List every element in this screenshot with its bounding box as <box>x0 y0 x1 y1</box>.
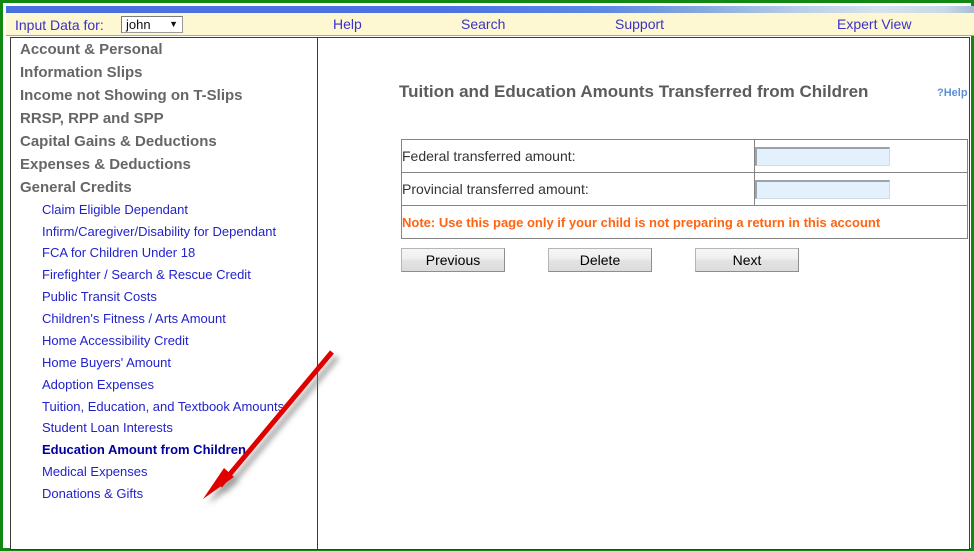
sidebar-item-home-buyers-amount[interactable]: Home Buyers' Amount <box>11 352 317 374</box>
sidebar-heading-rrsp-rpp-spp[interactable]: RRSP, RPP and SPP <box>11 107 317 130</box>
decorative-banner-strip <box>6 6 974 13</box>
table-row: Note: Use this page only if your child i… <box>401 205 968 239</box>
main-panel: Account & Personal Information Slips Inc… <box>10 37 970 550</box>
sidebar-item-donations-gifts[interactable]: Donations & Gifts <box>11 483 317 505</box>
previous-button[interactable]: Previous <box>401 248 505 272</box>
federal-amount-input[interactable] <box>755 146 890 166</box>
content-area: Tuition and Education Amounts Transferre… <box>319 38 969 549</box>
sidebar-item-adoption-expenses[interactable]: Adoption Expenses <box>11 374 317 396</box>
user-select-value: john <box>126 17 151 32</box>
sidebar-heading-capital-gains[interactable]: Capital Gains & Deductions <box>11 130 317 153</box>
sidebar-item-home-accessibility-credit[interactable]: Home Accessibility Credit <box>11 330 317 352</box>
sidebar-item-medical-expenses[interactable]: Medical Expenses <box>11 461 317 483</box>
nav-link-support[interactable]: Support <box>615 16 664 32</box>
next-button[interactable]: Next <box>695 248 799 272</box>
sidebar-heading-expenses-deductions[interactable]: Expenses & Deductions <box>11 153 317 176</box>
sidebar-navigation: Account & Personal Information Slips Inc… <box>11 38 318 549</box>
sidebar-heading-account-personal[interactable]: Account & Personal <box>11 38 317 61</box>
nav-link-search[interactable]: Search <box>461 16 505 32</box>
help-link[interactable]: ?Help <box>937 87 968 99</box>
table-row: Federal transferred amount: <box>401 139 968 173</box>
delete-button[interactable]: Delete <box>548 248 652 272</box>
table-row: Provincial transferred amount: <box>401 172 968 206</box>
user-select[interactable]: john ▼ <box>121 16 183 33</box>
sidebar-item-tuition-education-textbook[interactable]: Tuition, Education, and Textbook Amounts <box>11 396 317 417</box>
sidebar-heading-general-credits[interactable]: General Credits <box>11 176 317 199</box>
sidebar-item-education-amount-from-children[interactable]: Education Amount from Children <box>11 439 317 461</box>
sidebar-item-fca-children-under-18[interactable]: FCA for Children Under 18 <box>11 242 317 264</box>
input-data-label: Input Data for: <box>15 17 104 33</box>
note-text: Note: Use this page only if your child i… <box>401 205 968 239</box>
transferred-amounts-table: Federal transferred amount: Provincial t… <box>401 139 968 239</box>
nav-link-expert-view[interactable]: Expert View <box>837 16 911 32</box>
page-title: Tuition and Education Amounts Transferre… <box>399 82 869 101</box>
federal-amount-cell <box>754 139 968 173</box>
sidebar-item-firefighter-search-rescue[interactable]: Firefighter / Search & Rescue Credit <box>11 264 317 286</box>
chevron-down-icon: ▼ <box>169 19 178 29</box>
provincial-amount-label: Provincial transferred amount: <box>401 172 755 206</box>
sidebar-heading-income-not-showing[interactable]: Income not Showing on T-Slips <box>11 84 317 107</box>
provincial-amount-cell <box>754 172 968 206</box>
sidebar-item-infirm-caregiver-disability[interactable]: Infirm/Caregiver/Disability for Dependan… <box>11 221 317 242</box>
application-window: Input Data for: john ▼ Help Search Suppo… <box>0 0 974 551</box>
sidebar-item-public-transit-costs[interactable]: Public Transit Costs <box>11 286 317 308</box>
sidebar-item-childrens-fitness-arts[interactable]: Children's Fitness / Arts Amount <box>11 308 317 330</box>
sidebar-heading-information-slips[interactable]: Information Slips <box>11 61 317 84</box>
top-navigation-bar: Input Data for: john ▼ Help Search Suppo… <box>6 13 974 36</box>
federal-amount-label: Federal transferred amount: <box>401 139 755 173</box>
form-button-row: Previous Delete Next <box>401 248 967 274</box>
sidebar-item-student-loan-interests[interactable]: Student Loan Interests <box>11 417 317 439</box>
provincial-amount-input[interactable] <box>755 179 890 199</box>
sidebar-item-claim-eligible-dependant[interactable]: Claim Eligible Dependant <box>11 199 317 221</box>
nav-link-help[interactable]: Help <box>333 16 362 32</box>
